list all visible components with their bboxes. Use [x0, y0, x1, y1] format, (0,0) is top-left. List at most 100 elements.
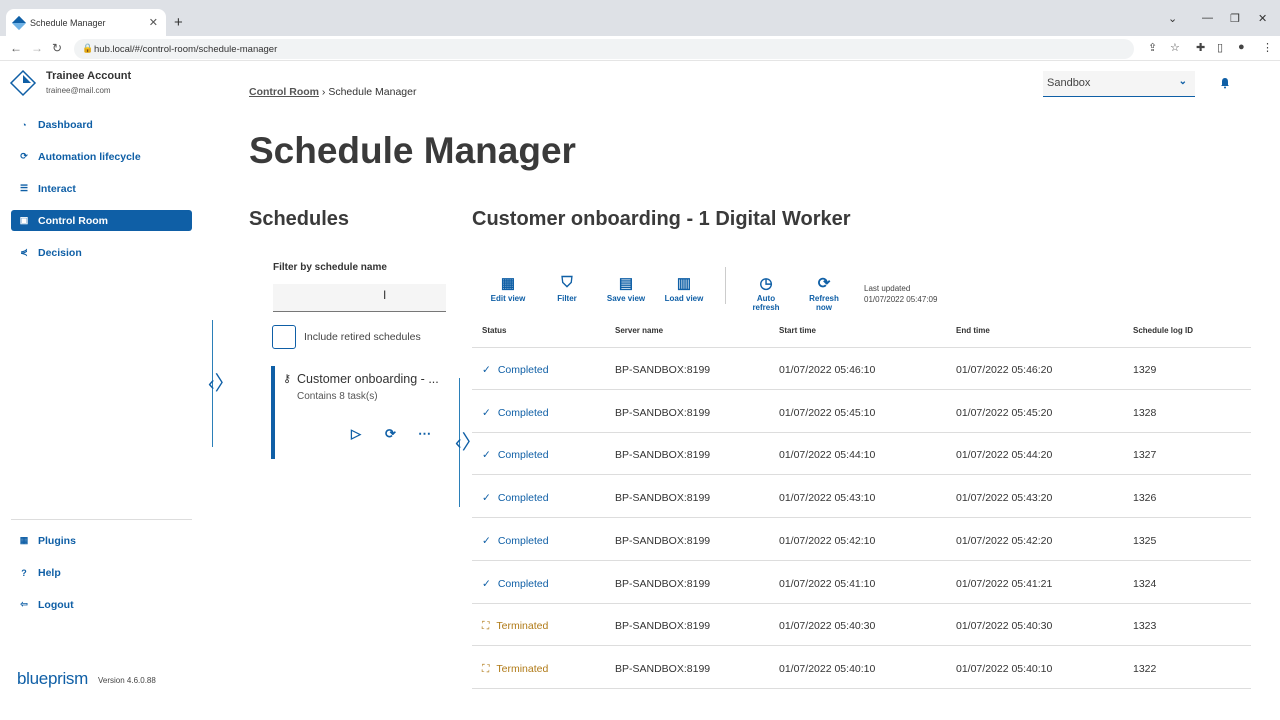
page-title: Schedule Manager: [249, 130, 576, 171]
server-cell: BP-SANDBOX:8199: [615, 534, 711, 547]
tab-search-icon[interactable]: ⌄: [1168, 12, 1177, 25]
start-cell: 01/07/2022 05:44:10: [779, 449, 876, 462]
id-cell: 1322: [1133, 662, 1157, 675]
column-header-log-id[interactable]: Schedule log ID: [1133, 326, 1193, 335]
interact-icon: ☰: [19, 183, 29, 193]
end-cell: 01/07/2022 05:41:21: [956, 577, 1053, 590]
share-icon[interactable]: ⇪: [1148, 41, 1157, 54]
server-cell: BP-SANDBOX:8199: [615, 577, 711, 590]
id-cell: 1323: [1133, 620, 1157, 633]
server-cell: BP-SANDBOX:8199: [615, 620, 711, 633]
sidebar-item-label: Control Room: [38, 214, 108, 227]
minimize-icon[interactable]: —: [1202, 12, 1213, 24]
table-row[interactable]: ✓ Completed BP-SANDBOX:8199 01/07/2022 05:4…: [472, 519, 1251, 561]
brand-logo: blueprism: [17, 669, 88, 688]
schedule-card[interactable]: ⚷ Customer onboarding - ... Contains 8 t…: [271, 366, 447, 459]
new-tab-icon[interactable]: +: [174, 14, 183, 31]
column-header-status[interactable]: Status: [482, 326, 506, 335]
refresh-now-label-line2: now: [816, 303, 832, 312]
status-text: Completed: [497, 534, 549, 547]
breadcrumb-separator: ›: [321, 86, 326, 98]
auto-refresh-label-line1: Auto: [756, 294, 776, 303]
lifecycle-icon: ⟳: [20, 151, 28, 161]
close-window-icon[interactable]: ✕: [1258, 12, 1267, 25]
status-text: Terminated: [496, 662, 549, 675]
collapse-left-panel-icon[interactable]: ‹〉: [208, 374, 235, 394]
side-panel-icon[interactable]: ▯: [1217, 41, 1223, 54]
table-row[interactable]: ✓ Completed BP-SANDBOX:8199 01/07/2022 05:4…: [472, 476, 1251, 519]
browser-menu-icon[interactable]: ⋮: [1262, 41, 1273, 54]
sidebar-item-decision[interactable]: ⋞ Decision: [11, 242, 192, 263]
edit-view-label: Edit view: [490, 294, 526, 303]
forward-icon[interactable]: →: [31, 41, 43, 55]
include-retired-checkbox[interactable]: [272, 325, 296, 349]
sidebar-item-control-room[interactable]: ▣ Control Room: [11, 210, 192, 231]
account-email: trainee@mail.com: [46, 86, 111, 95]
sidebar-item-interact[interactable]: ☰ Interact: [11, 178, 192, 199]
table-row[interactable]: ✓ Completed BP-SANDBOX:8199 01/07/2022 05:4…: [472, 348, 1251, 390]
load-view-button[interactable]: ▥ Load view: [659, 274, 709, 303]
sidebar-item-logout[interactable]: ⇦ Logout: [11, 594, 192, 615]
table-row[interactable]: ✓ Completed BP-SANDBOX:8199 01/07/2022 05:4…: [472, 433, 1251, 476]
breadcrumb-link-control-room[interactable]: Control Room: [249, 86, 319, 98]
reload-icon[interactable]: ↻: [52, 41, 62, 55]
edit-view-button[interactable]: ▦ Edit view: [483, 274, 533, 303]
table-row[interactable]: ⛶ Terminated BP-SANDBOX:8199 01/07/2022 05:…: [472, 604, 1251, 647]
bookmark-star-icon[interactable]: ☆: [1170, 41, 1180, 54]
column-header-end[interactable]: End time: [956, 326, 990, 335]
back-icon[interactable]: ←: [10, 41, 22, 55]
column-header-start[interactable]: Start time: [779, 326, 816, 335]
column-header-server[interactable]: Server name: [615, 326, 663, 335]
notification-bell-icon[interactable]: [1219, 77, 1231, 89]
sidebar-item-label: Help: [38, 566, 61, 579]
refresh-icon: ⟳: [817, 275, 831, 292]
status-cell: ✓ Completed: [482, 407, 549, 419]
table-row[interactable]: ✓ Completed BP-SANDBOX:8199 01/07/2022 05:4…: [472, 391, 1251, 433]
save-view-label: Save view: [606, 294, 646, 303]
detail-heading: Customer onboarding - 1 Digital Worker: [472, 208, 851, 230]
save-view-button[interactable]: ▤ Save view: [601, 274, 651, 303]
run-schedule-icon[interactable]: ▷: [351, 426, 361, 442]
auto-refresh-button[interactable]: ◷ Auto refresh: [741, 274, 791, 312]
grid-icon: ▦: [500, 275, 516, 292]
decision-icon: ⋞: [20, 247, 28, 257]
filter-button[interactable]: ⛉ Filter: [542, 274, 592, 303]
more-options-icon[interactable]: ⋯: [418, 426, 431, 442]
sidebar-item-dashboard[interactable]: ◔ Dashboard: [11, 114, 192, 135]
logout-icon: ⇦: [20, 599, 28, 609]
sidebar-item-label: Plugins: [38, 534, 76, 547]
sidebar-item-plugins[interactable]: ▦ Plugins: [11, 530, 192, 551]
refresh-now-button[interactable]: ⟳ Refresh now: [799, 274, 849, 312]
status-cell: ✓ Completed: [482, 492, 549, 504]
status-text: Completed: [497, 406, 549, 419]
profile-icon[interactable]: ●: [1238, 41, 1245, 53]
table-row[interactable]: ✓ Completed BP-SANDBOX:8199 01/07/2022 05:4…: [472, 562, 1251, 604]
check-icon: ✓: [482, 364, 491, 376]
address-bar: ← → ↻ 🔒 hub.local/#/control-room/schedul…: [0, 36, 1280, 61]
schedule-card-subtitle: Contains 8 task(s): [297, 391, 378, 402]
sidebar-item-help[interactable]: ? Help: [11, 562, 192, 583]
start-cell: 01/07/2022 05:41:10: [779, 577, 876, 590]
sidebar-item-automation-lifecycle[interactable]: ⟳ Automation lifecycle: [11, 146, 192, 167]
extensions-icon[interactable]: ✚: [1196, 41, 1205, 54]
end-cell: 01/07/2022 05:44:20: [956, 449, 1053, 462]
refresh-schedule-icon[interactable]: ⟳: [385, 426, 396, 442]
close-tab-icon[interactable]: ✕: [149, 16, 158, 29]
browser-tab[interactable]: Schedule Manager ✕: [6, 9, 166, 36]
terminated-icon: ⛶: [482, 620, 490, 633]
start-cell: 01/07/2022 05:40:10: [779, 662, 876, 675]
status-cell: ✓ Completed: [482, 449, 549, 461]
restore-icon[interactable]: ❐: [1230, 12, 1240, 25]
filter-schedule-input[interactable]: [273, 284, 446, 312]
id-cell: 1324: [1133, 577, 1157, 590]
check-icon: ✓: [482, 534, 491, 547]
server-cell: BP-SANDBOX:8199: [615, 449, 711, 462]
table-row[interactable]: ⛶ Terminated BP-SANDBOX:8199 01/07/2022 05:…: [472, 647, 1251, 689]
environment-select[interactable]: Sandbox ⌄: [1043, 71, 1195, 97]
tab-title: Schedule Manager: [30, 17, 106, 28]
url-field[interactable]: 🔒 hub.local/#/control-room/schedule-mana…: [74, 39, 1134, 59]
refresh-now-label-line1: Refresh: [809, 294, 839, 303]
favicon-icon: [11, 15, 27, 30]
status-text: Completed: [497, 577, 549, 590]
status-text: Terminated: [496, 620, 549, 633]
